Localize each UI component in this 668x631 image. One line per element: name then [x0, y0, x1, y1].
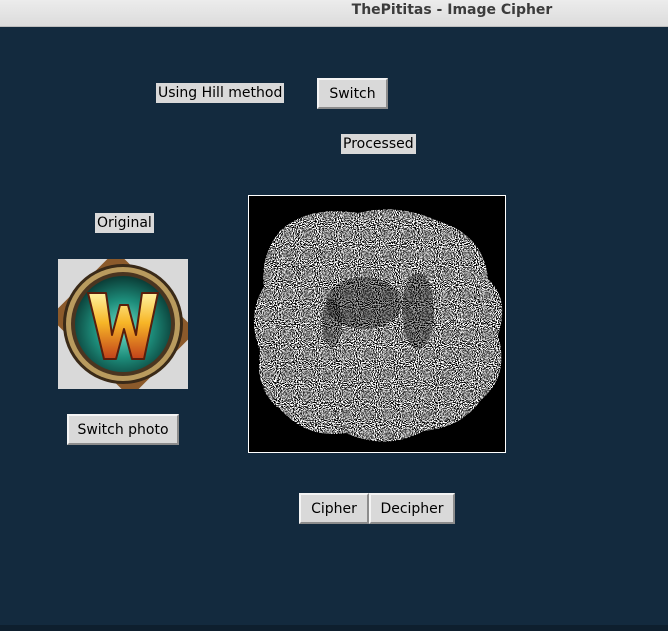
- original-label: Original: [95, 213, 154, 233]
- original-image: [49, 250, 197, 398]
- processed-label: Processed: [341, 134, 416, 154]
- switch-photo-button[interactable]: Switch photo: [67, 414, 179, 445]
- method-label: Using Hill method: [156, 83, 285, 103]
- window-title: ThePititas - Image Cipher: [351, 2, 553, 18]
- ciphered-noise-image: [249, 196, 505, 452]
- decipher-button[interactable]: Decipher: [369, 493, 455, 524]
- window-titlebar: ThePititas - Image Cipher: [0, 0, 668, 27]
- cipher-button[interactable]: Cipher: [299, 493, 369, 524]
- wow-logo-icon: [49, 250, 197, 398]
- bottom-edge: [0, 625, 668, 631]
- processed-image: [248, 195, 506, 453]
- switch-method-button[interactable]: Switch: [317, 78, 388, 109]
